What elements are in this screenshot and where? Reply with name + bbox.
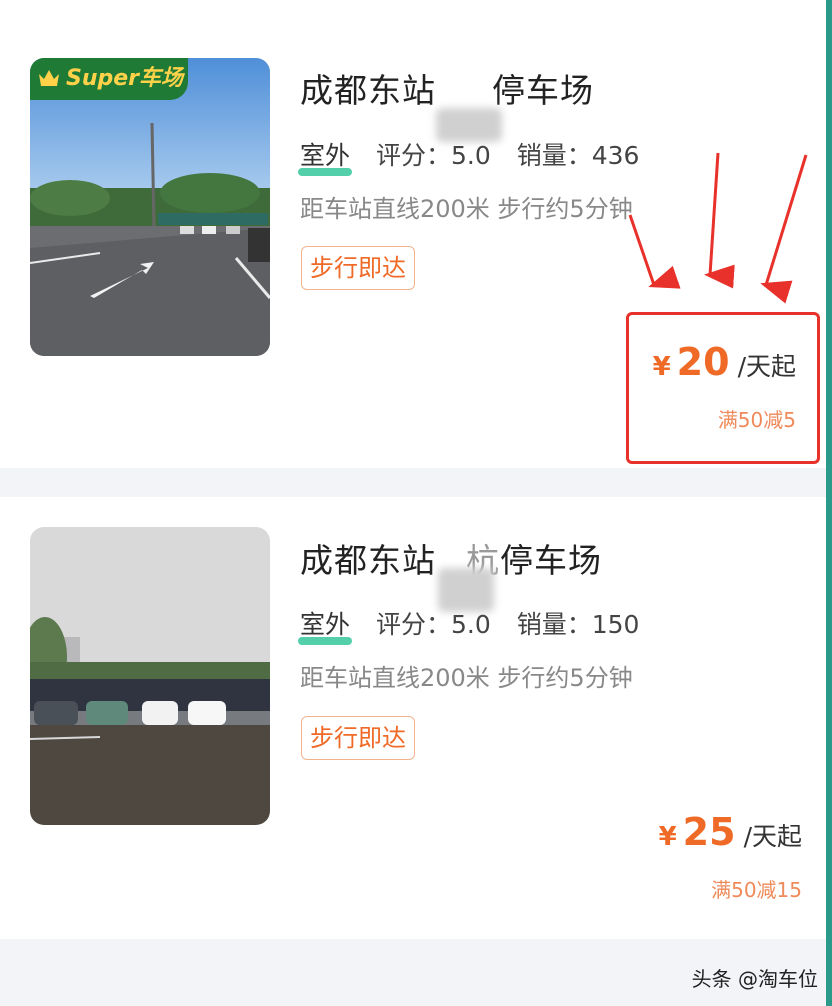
parking-lot-photo	[30, 527, 270, 825]
crown-icon	[39, 70, 59, 86]
price-highlight-box	[626, 312, 820, 464]
parking-lot-title[interactable]: 成都东站 停车场	[300, 64, 594, 142]
distance-info: 距车站直线200米 步行约5分钟	[300, 664, 633, 692]
badge-label: Super车场	[66, 66, 184, 91]
walk-access-tag: 步行即达	[301, 716, 415, 760]
super-parking-badge: Super车场	[30, 58, 188, 100]
window-edge	[826, 0, 832, 1006]
rating: 评分：5.0	[375, 141, 491, 170]
walk-access-tag: 步行即达	[301, 246, 415, 290]
sales-count: 销量：150	[516, 610, 640, 639]
distance-info: 距车站直线200米 步行约5分钟	[300, 195, 633, 223]
parking-lot-photo: Super车场	[30, 58, 270, 356]
annotation-arrows	[628, 152, 808, 304]
listing-meta: 室外 评分：5.0 销量：150	[300, 605, 657, 641]
rating: 评分：5.0	[375, 610, 491, 639]
parking-lot-title[interactable]: 成都东站 杭停车场	[300, 534, 602, 612]
discount-label: 满50减15	[711, 878, 802, 902]
outdoor-tag: 室外	[300, 610, 351, 639]
watermark: 头条 @淘车位	[691, 967, 818, 991]
price-display: ¥25/天起	[658, 810, 802, 854]
outdoor-tag: 室外	[300, 141, 351, 170]
listing-meta: 室外 评分：5.0 销量：436	[300, 136, 657, 172]
